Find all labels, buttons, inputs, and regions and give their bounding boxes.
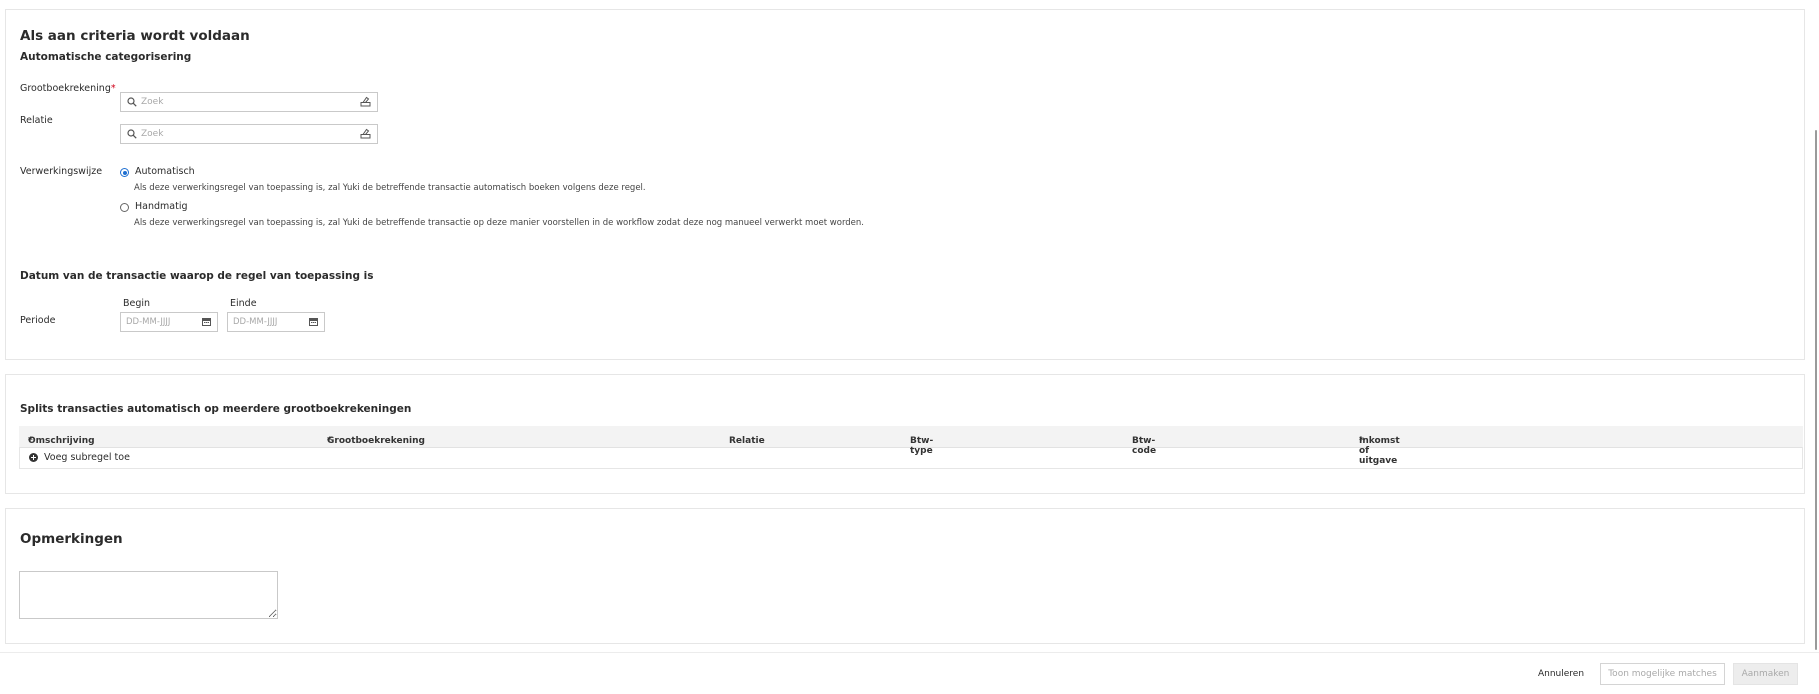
- notes-title: Opmerkingen: [20, 531, 123, 547]
- relatie-lookup[interactable]: [120, 124, 378, 144]
- einde-date-field[interactable]: [227, 312, 325, 332]
- periode-label: Periode: [20, 315, 56, 326]
- split-table-header: Omschrijving * Grootboekrekening * Relatie…: [19, 426, 1803, 466]
- einde-date-input[interactable]: [233, 315, 303, 329]
- add-subrow-row: Voeg subregel toe: [19, 447, 1803, 469]
- notes-textarea[interactable]: [19, 571, 278, 619]
- show-matches-button[interactable]: Toon mogelijke matches: [1600, 663, 1725, 685]
- calendar-icon[interactable]: [309, 318, 318, 326]
- required-mark: *: [1359, 436, 1364, 446]
- grootboekrekening-label: Grootboekrekening*: [20, 83, 116, 94]
- required-mark: *: [110, 83, 116, 94]
- lookup-icon[interactable]: [360, 128, 371, 139]
- search-icon: [127, 97, 137, 107]
- relatie-label: Relatie: [20, 115, 53, 126]
- column-label: Grootboekrekening: [327, 436, 425, 446]
- grootboekrekening-input[interactable]: [141, 94, 341, 110]
- column-label: Relatie: [729, 436, 765, 446]
- required-mark: *: [28, 436, 33, 446]
- begin-date-input[interactable]: [126, 315, 196, 329]
- split-title: Splits transacties automatisch op meerde…: [20, 403, 412, 415]
- column-label: Omschrijving: [28, 436, 95, 446]
- date-section-title: Datum van de transactie waarop de regel …: [20, 270, 374, 282]
- criteria-title: Als aan criteria wordt voldaan: [20, 28, 250, 44]
- add-subrow-label: Voeg subregel toe: [44, 452, 130, 463]
- radio-handmatig-label[interactable]: Handmatig: [135, 201, 188, 212]
- handmatig-description: Als deze verwerkingsregel van toepassing…: [134, 218, 864, 228]
- footer-divider: [0, 652, 1819, 653]
- begin-date-field[interactable]: [120, 312, 218, 332]
- verwerkingswijze-label: Verwerkingswijze: [20, 166, 103, 177]
- radio-automatisch[interactable]: [120, 168, 129, 177]
- search-icon: [127, 129, 137, 139]
- relatie-input[interactable]: [141, 126, 341, 142]
- plus-circle-icon: [29, 453, 38, 462]
- grootboekrekening-label-text: Grootboekrekening: [20, 83, 111, 94]
- radio-handmatig[interactable]: [120, 203, 129, 212]
- lookup-icon[interactable]: [360, 96, 371, 107]
- radio-automatisch-label[interactable]: Automatisch: [135, 166, 195, 177]
- notes-panel: Opmerkingen: [5, 508, 1805, 644]
- einde-label: Einde: [230, 298, 257, 309]
- scrollbar[interactable]: [1815, 130, 1817, 650]
- calendar-icon[interactable]: [202, 318, 211, 326]
- required-mark: *: [327, 436, 332, 446]
- split-panel: Splits transacties automatisch op meerde…: [5, 374, 1805, 494]
- grootboekrekening-lookup[interactable]: [120, 92, 378, 112]
- criteria-subtitle: Automatische categorisering: [20, 51, 192, 63]
- create-button[interactable]: Aanmaken: [1733, 663, 1798, 685]
- criteria-panel: Als aan criteria wordt voldaan Automatis…: [5, 9, 1805, 360]
- automatisch-description: Als deze verwerkingsregel van toepassing…: [134, 183, 646, 193]
- cancel-button[interactable]: Annuleren: [1528, 663, 1594, 685]
- begin-label: Begin: [123, 298, 151, 309]
